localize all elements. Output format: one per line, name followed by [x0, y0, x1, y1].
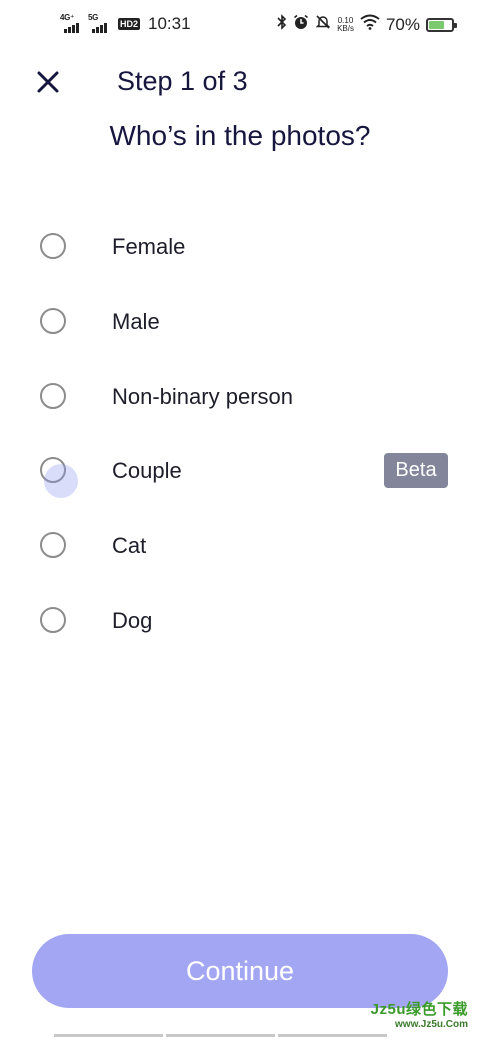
- option-male[interactable]: Male: [0, 283, 480, 358]
- wifi-icon: [360, 14, 380, 35]
- sim1-network-label: 4G⁺: [60, 13, 74, 22]
- page-title: Who’s in the photos?: [109, 120, 371, 151]
- option-label: Male: [112, 308, 160, 334]
- net-speed-unit: KB/s: [337, 23, 354, 33]
- radio-button[interactable]: [40, 382, 66, 409]
- sim2-network-label: 5G: [88, 13, 99, 22]
- subject-options: Female Male Non-binary person Couple Bet…: [0, 208, 480, 657]
- option-dog[interactable]: Dog: [0, 582, 480, 657]
- touch-ripple: [44, 464, 78, 499]
- hd-icon: HD2: [118, 18, 141, 30]
- radio-button[interactable]: [40, 606, 66, 633]
- option-label: Cat: [112, 533, 147, 559]
- option-non-binary[interactable]: Non-binary person: [0, 358, 480, 433]
- step-title: Step 1 of 3: [117, 66, 248, 96]
- beta-badge: Beta: [384, 453, 448, 489]
- mute-icon: [315, 14, 331, 35]
- watermark-main: Jz5u绿色下载: [370, 1001, 468, 1018]
- net-speed: 0.10 KB/s: [337, 16, 354, 33]
- option-label: Couple: [112, 458, 182, 484]
- option-label: Non-binary person: [112, 383, 293, 409]
- status-time: 10:31: [148, 14, 191, 33]
- watermark: Jz5u绿色下载 www.Jz5u.Com: [371, 998, 468, 1030]
- radio-button[interactable]: [40, 233, 66, 259]
- option-cat[interactable]: Cat: [0, 507, 480, 582]
- battery-icon: [426, 17, 457, 32]
- option-female[interactable]: Female: [0, 208, 480, 283]
- alarm-icon: [293, 14, 309, 35]
- watermark-sub: www.Jz5u.Com: [395, 1019, 468, 1030]
- screen: 4G⁺ 5G HD2 10:31 0.10 KB/s 70% Step 1 of…: [0, 0, 480, 1040]
- close-button[interactable]: [30, 64, 66, 100]
- status-bar: 4G⁺ 5G HD2 10:31 0.10 KB/s 70%: [0, 0, 480, 52]
- option-label: Female: [112, 234, 186, 259]
- continue-button[interactable]: Continue: [32, 934, 448, 1008]
- signal-sim2-icon: 5G: [88, 13, 112, 33]
- radio-button[interactable]: [40, 532, 66, 559]
- option-couple[interactable]: Couple Beta: [0, 432, 480, 507]
- bottom-divider: [54, 1034, 480, 1037]
- signal-sim1-icon: 4G⁺: [60, 13, 84, 33]
- bluetooth-icon: [277, 14, 287, 35]
- radio-button[interactable]: [40, 307, 66, 334]
- option-label: Dog: [112, 607, 153, 633]
- status-bar-left: 4G⁺ 5G HD2 10:31: [60, 13, 191, 34]
- battery-fill: [429, 20, 444, 29]
- status-bar-right: 0.10 KB/s 70%: [277, 14, 457, 35]
- battery-percent: 70%: [385, 14, 420, 34]
- close-icon: [37, 71, 59, 93]
